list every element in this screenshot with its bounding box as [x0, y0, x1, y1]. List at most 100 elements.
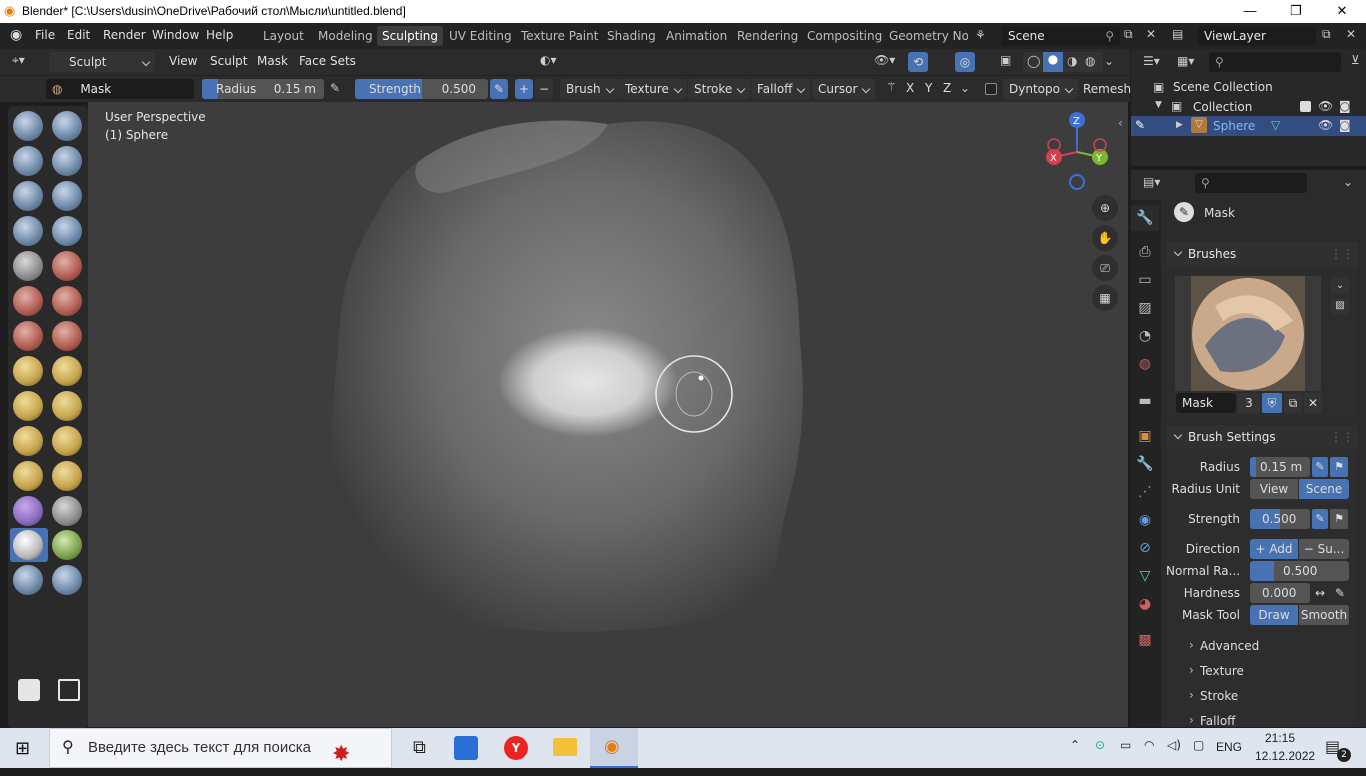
- box-mask-icon[interactable]: [18, 679, 40, 701]
- radius-pressure-icon[interactable]: ✎: [330, 81, 340, 95]
- properties-search-input[interactable]: ⚲: [1195, 173, 1307, 193]
- brush-image-icon[interactable]: ▨: [1331, 298, 1349, 314]
- sculpt-mesh[interactable]: [88, 102, 1128, 727]
- collection-camera-icon[interactable]: ◙: [1339, 99, 1351, 113]
- tray-chevron-icon[interactable]: ⌃: [1070, 738, 1080, 752]
- radius-prop-slider[interactable]: 0.15 m: [1250, 457, 1310, 477]
- direction-subtract-button[interactable]: − Su...: [1299, 539, 1349, 559]
- scrape-brush-icon[interactable]: [13, 321, 43, 351]
- tab-shading[interactable]: Shading: [602, 26, 661, 46]
- brush-users-count[interactable]: 3: [1238, 393, 1260, 413]
- mask-tool-smooth-button[interactable]: Smooth: [1299, 605, 1349, 625]
- unlink-brush-icon[interactable]: ✕: [1304, 393, 1322, 413]
- menu-edit[interactable]: Edit: [67, 28, 90, 42]
- multires-smear-brush-icon[interactable]: [52, 565, 82, 595]
- rotate-brush-icon[interactable]: [52, 461, 82, 491]
- dyntopo-checkbox[interactable]: [985, 83, 997, 95]
- stroke-dropdown[interactable]: Stroke: [688, 79, 751, 99]
- draw-face-sets-brush-icon[interactable]: [52, 530, 82, 560]
- sphere-expand-icon[interactable]: ▶: [1176, 120, 1183, 130]
- menu-mask[interactable]: Mask: [257, 54, 288, 68]
- direction-add-button[interactable]: + Add: [1250, 539, 1298, 559]
- gizmo-toggle-icon[interactable]: ⟲: [908, 52, 928, 72]
- new-viewlayer-icon[interactable]: ⧉: [1322, 27, 1331, 42]
- symmetry-icon[interactable]: ⚚: [886, 80, 897, 94]
- orientation-icon[interactable]: ◐▾: [540, 53, 557, 67]
- filter-icon[interactable]: ⊻: [1351, 53, 1360, 67]
- tab-compositing[interactable]: Compositing: [802, 26, 887, 46]
- taskbar-search-input[interactable]: ⚲ Введите здесь текст для поиска ✸: [49, 728, 392, 768]
- collection-label[interactable]: Collection: [1193, 100, 1252, 114]
- advanced-subpanel[interactable]: Advanced: [1189, 638, 1259, 653]
- strength-prop-slider[interactable]: 0.500: [1250, 509, 1310, 529]
- perspective-grid-icon[interactable]: ▦: [1092, 285, 1118, 311]
- mode-selector[interactable]: Sculpt Mode: [49, 52, 155, 89]
- add-direction-icon[interactable]: +: [515, 79, 533, 99]
- axis-z-toggle[interactable]: Z: [943, 81, 951, 95]
- tray-app-icon[interactable]: ⊙: [1095, 738, 1105, 752]
- collection-tab-icon[interactable]: ▬: [1131, 388, 1159, 414]
- tab-uv-editing[interactable]: UV Editing: [444, 26, 517, 46]
- delete-scene-icon[interactable]: ✕: [1146, 27, 1156, 41]
- pose-brush-icon[interactable]: [52, 426, 82, 456]
- rendered-shading-icon[interactable]: ◍: [1085, 54, 1095, 68]
- cursor-dropdown[interactable]: Cursor: [812, 79, 876, 99]
- hardness-pressure-icon[interactable]: ✎: [1332, 583, 1348, 603]
- physics-tab-icon[interactable]: ◉: [1131, 507, 1159, 533]
- remesh-button[interactable]: Remesh: [1083, 82, 1131, 96]
- world-tab-icon[interactable]: ◍: [1131, 351, 1159, 377]
- brush-settings-panel-header[interactable]: Brush Settings ⋮⋮: [1166, 425, 1358, 449]
- grab-brush-icon[interactable]: [52, 356, 82, 386]
- wireframe-shading-icon[interactable]: ◯: [1027, 54, 1040, 68]
- zoom-icon[interactable]: ⊕: [1092, 195, 1118, 221]
- sphere-eye-icon[interactable]: 👁: [1318, 118, 1333, 132]
- blob-brush-icon[interactable]: [52, 216, 82, 246]
- draw-brush-icon[interactable]: [13, 111, 43, 141]
- object-tab-icon[interactable]: ▣: [1131, 423, 1159, 449]
- duplicate-brush-icon[interactable]: ⧉: [1284, 393, 1302, 413]
- scene-selector[interactable]: Scene ⚲: [1002, 26, 1120, 46]
- falloff-subpanel[interactable]: Falloff: [1189, 713, 1236, 728]
- shading-modes[interactable]: ◯ ● ◑ ◍: [1023, 52, 1103, 72]
- collection-eye-icon[interactable]: 👁: [1318, 99, 1333, 113]
- brush-list-expand-icon[interactable]: ⌄: [1331, 278, 1349, 294]
- battery-icon[interactable]: ▭: [1120, 738, 1131, 752]
- strength-pressure-icon[interactable]: ✎: [490, 79, 508, 99]
- drag-handle-icon[interactable]: ⋮⋮: [1330, 242, 1354, 266]
- pinch-brush-icon[interactable]: [13, 356, 43, 386]
- box-hide-icon[interactable]: [58, 679, 80, 701]
- brush-preview-thumbnail[interactable]: [1175, 276, 1321, 391]
- blender-menu-icon[interactable]: ◉: [10, 27, 22, 43]
- radius-prop-unified-icon[interactable]: ⚑: [1330, 457, 1348, 477]
- hardness-slider[interactable]: 0.000: [1250, 583, 1310, 603]
- axis-x-toggle[interactable]: X: [906, 81, 914, 95]
- volume-icon[interactable]: ◁): [1167, 738, 1181, 752]
- multiplane-scrape-brush-icon[interactable]: [52, 321, 82, 351]
- camera-icon[interactable]: ⎚: [1092, 255, 1118, 281]
- scene-icon[interactable]: ⚘: [975, 28, 986, 42]
- falloff-dropdown[interactable]: Falloff: [751, 79, 811, 99]
- properties-editor-icon[interactable]: ▤▾: [1143, 175, 1160, 189]
- tab-geometry-nodes[interactable]: Geometry Noc: [884, 26, 968, 46]
- clay-strips-brush-icon[interactable]: [52, 146, 82, 176]
- view-layer-tab-icon[interactable]: ▨: [1131, 295, 1159, 321]
- material-tab-icon[interactable]: ◕: [1131, 591, 1159, 617]
- thumb-brush-icon[interactable]: [13, 426, 43, 456]
- editor-type-icon[interactable]: ⌖▾: [12, 53, 25, 68]
- scene-collection-label[interactable]: Scene Collection: [1173, 80, 1273, 94]
- visibility-icon[interactable]: 👁▾: [874, 53, 895, 67]
- strength-slider[interactable]: Strength 0.500: [355, 79, 488, 99]
- meet-now-icon[interactable]: ▢: [1193, 738, 1204, 752]
- tool-tab-icon[interactable]: 🔧: [1131, 205, 1159, 231]
- texture-tab-icon[interactable]: ▩: [1131, 627, 1159, 653]
- tab-texture-paint[interactable]: Texture Paint: [516, 26, 603, 46]
- strength-prop-pressure-icon[interactable]: ✎: [1312, 509, 1328, 529]
- radius-prop-pressure-icon[interactable]: ✎: [1312, 457, 1328, 477]
- clock-date[interactable]: 12.12.2022: [1255, 749, 1315, 763]
- brush-selector[interactable]: ◍ Mask: [46, 79, 194, 99]
- menu-render[interactable]: Render: [103, 28, 146, 42]
- blender-taskbar-button[interactable]: ◉: [590, 728, 638, 768]
- shading-options-icon[interactable]: ⌄: [1104, 54, 1114, 68]
- axis-y-toggle[interactable]: Y: [925, 81, 932, 95]
- slide-relax-brush-icon[interactable]: [13, 496, 43, 526]
